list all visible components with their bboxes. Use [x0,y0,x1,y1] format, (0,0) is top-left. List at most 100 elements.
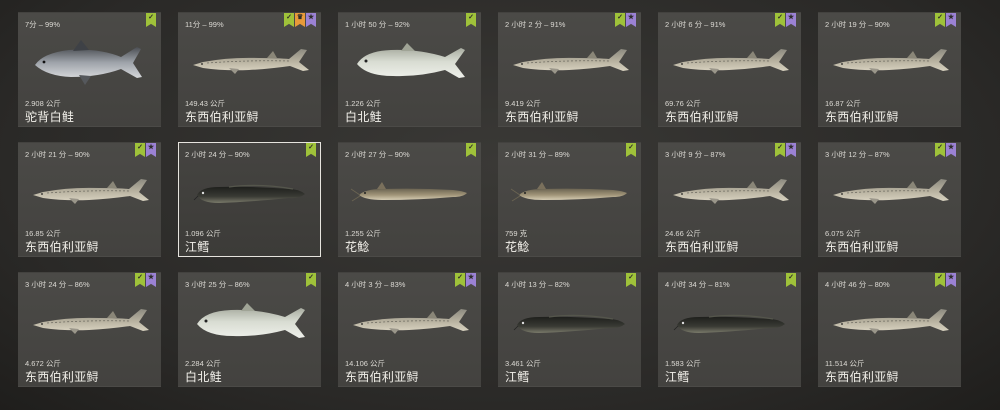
catch-card[interactable]: 1 小时 50 分 – 92% ✓ 1.226 公斤 白北鲑 [338,12,481,127]
sturgeon-fish-image [829,295,952,350]
badge-group: ✓ [466,143,476,157]
fish-species-name: 东西伯利亚鲟 [665,110,739,124]
fish-species-name: 花鲶 [345,240,370,254]
fish-species-name: 花鲶 [505,240,530,254]
star-icon: ★ [946,13,956,27]
catch-card[interactable]: 2 小时 19 分 – 90% ✓ ★ 16.87 公斤 东西伯利亚鲟 [818,12,961,127]
fish-species-name: 江鳕 [185,240,210,254]
badge-group: ✓ [306,273,316,287]
badge-group: ✓ ★ [135,273,156,287]
catch-card[interactable]: 2 小时 2 分 – 91% ✓ ★ 9.419 公斤 东西伯利亚鲟 [498,12,641,127]
fish-species-name: 东西伯利亚鲟 [825,240,899,254]
star-icon: ★ [466,273,476,287]
fish-species-name: 驼背白鲑 [25,110,75,124]
fish-species-name: 江鳕 [505,370,530,384]
catch-time-quality: 7分 – 99% [25,20,61,29]
trophy-icon: ♛ [295,13,305,27]
badge-group: ✓ ★ [935,13,956,27]
check-icon: ✓ [455,273,465,287]
fish-species-name: 东西伯利亚鲟 [505,110,579,124]
badge-group: ✓ [146,13,156,27]
burbot-fish-image [189,165,312,220]
catch-time-quality: 2 小时 6 分 – 91% [665,20,726,29]
catfish-fish-image [349,165,472,220]
badge-group: ✓ [626,143,636,157]
check-icon: ✓ [615,13,625,27]
star-icon: ★ [146,143,156,157]
catch-card[interactable]: 2 小时 6 分 – 91% ✓ ★ 69.76 公斤 东西伯利亚鲟 [658,12,801,127]
burbot-fish-image [669,295,792,350]
star-icon: ★ [626,13,636,27]
badge-group: ✓ ♛ ★ [284,13,316,27]
badge-group: ✓ ★ [615,13,636,27]
check-icon: ✓ [466,143,476,157]
catch-card[interactable]: 4 小时 13 分 – 82% ✓ 3.461 公斤 江鳕 [498,272,641,387]
fish-species-name: 东西伯利亚鲟 [825,370,899,384]
catch-time-quality: 3 小时 12 分 – 87% [825,150,890,159]
nelma-fish-image [349,35,472,90]
sturgeon-fish-image [29,295,152,350]
catch-time-quality: 2 小时 21 分 – 90% [25,150,90,159]
catch-card[interactable]: 11分 – 99% ✓ ♛ ★ 149.43 公斤 东西伯利亚鲟 [178,12,321,127]
fish-species-name: 白北鲑 [345,110,382,124]
catch-card[interactable]: 3 小时 12 分 – 87% ✓ ★ 6.075 公斤 东西伯利亚鲟 [818,142,961,257]
star-icon: ★ [786,13,796,27]
catch-time-quality: 3 小时 25 分 – 86% [185,280,250,289]
check-icon: ✓ [935,13,945,27]
catch-card[interactable]: 3 小时 24 分 – 86% ✓ ★ 4.672 公斤 东西伯利亚鲟 [18,272,161,387]
sturgeon-fish-image [829,165,952,220]
star-icon: ★ [946,143,956,157]
check-icon: ✓ [135,143,145,157]
fish-species-name: 东西伯利亚鲟 [665,240,739,254]
catch-time-quality: 2 小时 31 分 – 89% [505,150,570,159]
sturgeon-fish-image [829,35,952,90]
star-icon: ★ [786,143,796,157]
sturgeon-fish-image [349,295,472,350]
fish-species-name: 东西伯利亚鲟 [25,240,99,254]
catch-card[interactable]: 2 小时 24 分 – 90% ✓ 1.096 公斤 江鳕 [178,142,321,257]
whitefish-fish-image [29,35,152,90]
star-icon: ★ [146,273,156,287]
catch-time-quality: 2 小时 2 分 – 91% [505,20,566,29]
check-icon: ✓ [306,143,316,157]
check-icon: ✓ [935,273,945,287]
catch-card[interactable]: 2 小时 21 分 – 90% ✓ ★ 16.85 公斤 东西伯利亚鲟 [18,142,161,257]
catch-card[interactable]: 7分 – 99% ✓ 2.908 公斤 驼背白鲑 [18,12,161,127]
catch-card[interactable]: 4 小时 34 分 – 81% ✓ 1.583 公斤 江鳕 [658,272,801,387]
fish-species-name: 江鳕 [665,370,690,384]
badge-group: ✓ ★ [775,143,796,157]
catch-time-quality: 4 小时 13 分 – 82% [505,280,570,289]
catch-time-quality: 3 小时 24 分 – 86% [25,280,90,289]
catch-card[interactable]: 2 小时 27 分 – 90% ✓ 1.255 公斤 花鲶 [338,142,481,257]
badge-group: ✓ [786,273,796,287]
check-icon: ✓ [306,273,316,287]
fish-species-name: 东西伯利亚鲟 [185,110,259,124]
catch-card[interactable]: 2 小时 31 分 – 89% ✓ 759 克花鲶 [498,142,641,257]
check-icon: ✓ [626,273,636,287]
star-icon: ★ [306,13,316,27]
catch-card[interactable]: 3 小时 9 分 – 87% ✓ ★ 24.66 公斤 东西伯利亚鲟 [658,142,801,257]
badge-group: ✓ ★ [455,273,476,287]
catch-card[interactable]: 3 小时 25 分 – 86% ✓ 2.284 公斤 白北鲑 [178,272,321,387]
catch-time-quality: 11分 – 99% [185,20,224,29]
check-icon: ✓ [284,13,294,27]
badge-group: ✓ ★ [935,143,956,157]
check-icon: ✓ [146,13,156,27]
fish-species-name: 白北鲑 [185,370,222,384]
check-icon: ✓ [775,13,785,27]
catch-card[interactable]: 4 小时 46 分 – 80% ✓ ★ 11.514 公斤 东西伯利亚鲟 [818,272,961,387]
catch-time-quality: 2 小时 24 分 – 90% [185,150,250,159]
check-icon: ✓ [626,143,636,157]
catch-time-quality: 2 小时 27 分 – 90% [345,150,410,159]
badge-group: ✓ [306,143,316,157]
nelma-fish-image [189,295,312,350]
check-icon: ✓ [775,143,785,157]
catch-card[interactable]: 4 小时 3 分 – 83% ✓ ★ 14.106 公斤 东西伯利亚鲟 [338,272,481,387]
check-icon: ✓ [935,143,945,157]
catch-grid: 7分 – 99% ✓ 2.908 公斤 驼背白鲑 11分 – 99% ✓ ♛ ★ 149.4… [0,0,1000,410]
catch-time-quality: 3 小时 9 分 – 87% [665,150,726,159]
catch-time-quality: 2 小时 19 分 – 90% [825,20,890,29]
catfish-fish-image [509,165,632,220]
badge-group: ✓ ★ [135,143,156,157]
catch-time-quality: 1 小时 50 分 – 92% [345,20,410,29]
